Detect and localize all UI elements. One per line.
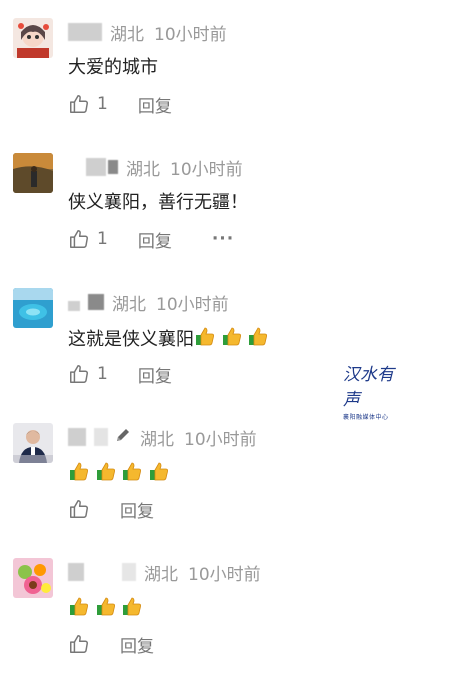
comment-meta: 湖北 10小时前 — [68, 560, 261, 585]
comment-item: 湖北 10小时前 侠义襄阳，善行无疆！ 1 回复 ··· — [0, 135, 460, 269]
redacted-username — [68, 301, 80, 311]
comment-text: 大爱的城市 — [68, 57, 158, 78]
comment-text: 这就是侠义襄阳 — [68, 328, 194, 350]
like-button[interactable]: 1 — [68, 228, 108, 250]
watermark-brand: 汉水有声 — [343, 365, 394, 410]
avatar[interactable] — [13, 288, 53, 328]
redacted-username — [68, 428, 86, 446]
redacted-username — [88, 294, 104, 310]
emoji-row — [68, 461, 169, 488]
avatar[interactable] — [13, 423, 53, 463]
more-options-icon[interactable]: ··· — [212, 229, 234, 249]
thumbs-up-emoji-icon — [122, 596, 142, 623]
redacted-username — [122, 563, 136, 581]
comment-actions: 1 回复 — [68, 92, 172, 117]
comment-actions: 1 回复 ··· — [68, 227, 234, 252]
thumbs-up-outline-icon — [70, 365, 88, 383]
comment-location: 湖北 — [112, 294, 146, 315]
comment-text-row: 这就是侠义襄阳 — [68, 326, 268, 353]
comment-time: 10小时前 — [156, 294, 229, 315]
thumbs-up-emoji-icon — [96, 596, 116, 623]
comment-time: 10小时前 — [154, 24, 227, 45]
thumbs-up-outline-icon — [70, 230, 88, 248]
comment-time: 10小时前 — [170, 159, 243, 180]
comment-text-row — [68, 461, 169, 488]
reply-button[interactable]: 回复 — [138, 362, 172, 387]
comment-time: 10小时前 — [188, 564, 261, 585]
avatar[interactable] — [13, 153, 53, 193]
thumbs-up-outline-icon — [70, 500, 88, 518]
emoji-row — [194, 326, 268, 353]
comment-item: 湖北 10小时前 大爱的城市 1 回复 — [0, 0, 460, 134]
reply-button[interactable]: 回复 — [120, 632, 154, 657]
redacted-username — [68, 563, 84, 581]
emoji-row — [68, 596, 142, 623]
comment-meta: 湖北 10小时前 — [68, 290, 229, 315]
reply-button[interactable]: 回复 — [138, 92, 172, 117]
comment-location: 湖北 — [144, 564, 178, 585]
comment-actions: 回复 — [68, 497, 154, 522]
like-count: 1 — [97, 364, 108, 384]
thumbs-up-emoji-icon — [96, 461, 116, 488]
redacted-username — [94, 428, 108, 446]
comment-meta: 湖北 10小时前 — [68, 425, 257, 450]
comment-text-row: 侠义襄阳，善行无疆！ — [68, 191, 248, 215]
thumbs-up-emoji-icon — [69, 596, 89, 623]
like-button[interactable]: 1 — [68, 93, 108, 115]
pencil-icon — [114, 426, 132, 449]
reply-button[interactable]: 回复 — [120, 497, 154, 522]
avatar[interactable] — [13, 558, 53, 598]
comment-location: 湖北 — [110, 24, 144, 45]
like-button[interactable] — [68, 633, 90, 655]
thumbs-up-outline-icon — [70, 95, 88, 113]
thumbs-up-emoji-icon — [248, 326, 268, 353]
comment-text-row — [68, 596, 142, 623]
like-button[interactable]: 1 — [68, 363, 108, 385]
thumbs-up-outline-icon — [70, 635, 88, 653]
thumbs-up-emoji-icon — [69, 461, 89, 488]
comment-text-row: 大爱的城市 — [68, 56, 158, 80]
redacted-username — [86, 158, 106, 176]
like-count: 1 — [97, 94, 108, 114]
thumbs-up-emoji-icon — [122, 461, 142, 488]
like-button[interactable] — [68, 498, 90, 520]
comment-location: 湖北 — [126, 159, 160, 180]
reply-button[interactable]: 回复 — [138, 227, 172, 252]
like-count: 1 — [97, 229, 108, 249]
comment-item: 湖北 10小时前 回复 — [0, 405, 460, 539]
thumbs-up-emoji-icon — [222, 326, 242, 353]
thumbs-up-emoji-icon — [195, 326, 215, 353]
comment-time: 10小时前 — [184, 429, 257, 450]
comment-meta: 湖北 10小时前 — [68, 155, 243, 180]
comment-actions: 回复 — [68, 632, 154, 657]
comment-item: 湖北 10小时前 回复 — [0, 540, 460, 674]
comment-actions: 1 回复 — [68, 362, 172, 387]
comment-location: 湖北 — [140, 429, 174, 450]
thumbs-up-emoji-icon — [149, 461, 169, 488]
comment-meta: 湖北 10小时前 — [68, 20, 227, 45]
redacted-username — [68, 23, 102, 41]
comment-text: 侠义襄阳，善行无疆！ — [68, 192, 248, 213]
avatar[interactable] — [13, 18, 53, 58]
redacted-username — [108, 160, 118, 174]
